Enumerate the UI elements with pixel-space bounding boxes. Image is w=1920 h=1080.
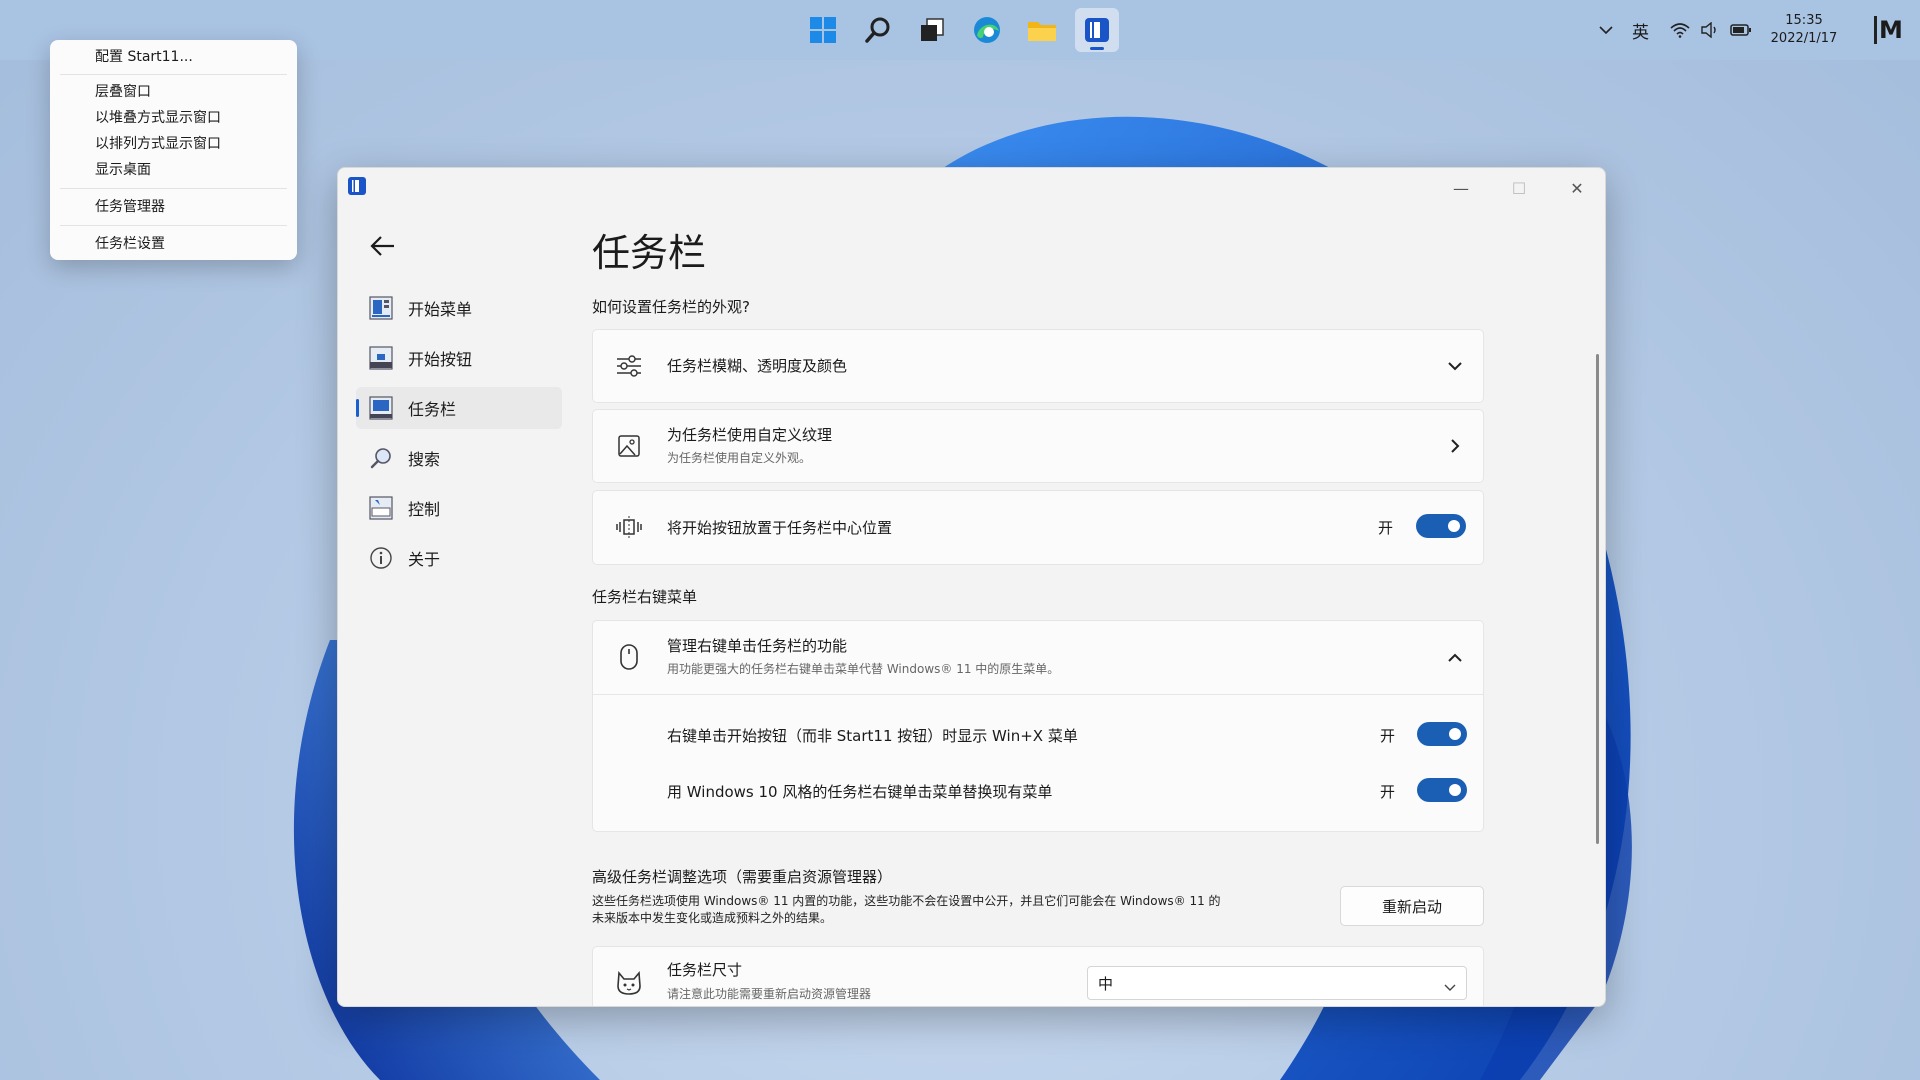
ime-indicator[interactable]: 英 <box>1632 0 1649 60</box>
clock-date: 2022/1/17 <box>1770 31 1838 46</box>
section-heading-advanced: 高级任务栏调整选项（需要重启资源管理器） <box>592 868 893 886</box>
center-start-toggle[interactable] <box>1416 514 1466 538</box>
sliders-icon <box>615 352 643 380</box>
nav-item-search[interactable]: 搜索 <box>356 437 562 479</box>
clock-time: 15:35 <box>1785 13 1823 28</box>
nav-item-label: 关于 <box>408 550 441 569</box>
nav-item-label: 任务栏 <box>408 400 457 419</box>
card-divider <box>593 694 1483 695</box>
menu-item-task-manager[interactable]: 任务管理器 <box>95 195 165 219</box>
restart-explorer-button[interactable]: 重新启动 <box>1340 886 1484 926</box>
windows-start-icon[interactable] <box>801 8 845 52</box>
advanced-description: 这些任务栏选项使用 Windows® 11 内置的功能，这些功能不会在设置中公开… <box>592 893 1221 927</box>
page-title: 任务栏 <box>592 231 707 275</box>
chevron-up-icon[interactable] <box>1447 649 1463 668</box>
custom-texture-card[interactable]: 为任务栏使用自定义纹理 为任务栏使用自定义外观。 <box>592 409 1484 483</box>
toggle-state-label: 开 <box>1380 727 1396 745</box>
winx-menu-toggle[interactable] <box>1417 722 1467 746</box>
edge-browser-icon[interactable] <box>965 8 1009 52</box>
wifi-icon[interactable] <box>1670 0 1690 60</box>
menu-item-cascade-windows[interactable]: 层叠窗口 <box>95 80 151 104</box>
nav-item-label: 搜索 <box>408 450 441 469</box>
control-icon <box>368 495 394 521</box>
card-title: 将开始按钮放置于任务栏中心位置 <box>667 519 893 537</box>
nav-item-label: 开始按钮 <box>408 350 473 369</box>
menu-item-side-by-side[interactable]: 以排列方式显示窗口 <box>95 132 221 156</box>
center-start-button-card: 将开始按钮放置于任务栏中心位置 开 <box>592 490 1484 565</box>
close-button[interactable]: ✕ <box>1557 176 1597 200</box>
settings-window: — ☐ ✕ 开始菜单 开始按钮 任务栏 搜索 控制 关于 任务栏 如何设置任务栏… <box>337 167 1606 1007</box>
option-label-win10-menu: 用 Windows 10 风格的任务栏右键单击菜单替换现有菜单 <box>667 783 1053 801</box>
advanced-description-line2: 未来版本中发生变化或造成预料之外的结果。 <box>592 911 833 925</box>
chevron-down-icon <box>1444 977 1456 996</box>
info-icon <box>368 545 394 571</box>
mouse-icon <box>615 643 643 671</box>
win10-menu-toggle[interactable] <box>1417 778 1467 802</box>
chevron-right-icon[interactable] <box>1449 438 1461 458</box>
menu-item-show-desktop[interactable]: 显示桌面 <box>95 158 151 182</box>
brand-logo: M <box>1874 0 1903 60</box>
search-icon[interactable] <box>856 8 900 52</box>
advanced-description-line1: 这些任务栏选项使用 Windows® 11 内置的功能，这些功能不会在设置中公开… <box>592 894 1221 908</box>
chevron-down-icon[interactable] <box>1447 357 1463 376</box>
app-icon <box>347 176 367 200</box>
toggle-state-label: 开 <box>1378 519 1394 537</box>
card-title: 任务栏模糊、透明度及颜色 <box>667 357 848 375</box>
taskbar-size-card: 任务栏尺寸 请注意此功能需要重新启动资源管理器 中 <box>592 946 1484 1006</box>
card-subtitle: 为任务栏使用自定义外观。 <box>667 451 812 465</box>
battery-icon[interactable] <box>1730 0 1752 60</box>
start-button-icon <box>368 345 394 371</box>
nav-item-about[interactable]: 关于 <box>356 537 562 579</box>
menu-item-taskbar-settings[interactable]: 任务栏设置 <box>95 232 165 256</box>
image-icon <box>615 432 643 460</box>
start-menu-icon <box>368 295 394 321</box>
nav-item-label: 控制 <box>408 500 441 519</box>
menu-separator <box>60 225 287 226</box>
blur-transparency-card[interactable]: 任务栏模糊、透明度及颜色 <box>592 329 1484 403</box>
menu-item-configure-start11[interactable]: 配置 Start11... <box>95 45 193 69</box>
taskbar-size-dropdown[interactable]: 中 <box>1087 966 1467 1000</box>
maximize-button[interactable]: ☐ <box>1499 176 1539 200</box>
tray-chevron-icon[interactable] <box>1598 0 1614 60</box>
cat-face-icon <box>615 969 643 997</box>
back-arrow-icon <box>370 236 394 256</box>
nav-item-label: 开始菜单 <box>408 300 473 319</box>
back-button[interactable] <box>366 230 398 262</box>
card-subtitle: 请注意此功能需要重新启动资源管理器 <box>667 987 872 1001</box>
volume-icon[interactable] <box>1700 0 1718 60</box>
toggle-state-label: 开 <box>1380 783 1396 801</box>
brand-logo-text: M <box>1874 16 1903 44</box>
card-title: 管理右键单击任务栏的功能 <box>667 637 848 655</box>
search-icon <box>368 445 394 471</box>
menu-separator <box>60 74 287 75</box>
card-subtitle: 用功能更强大的任务栏右键单击菜单代替 Windows® 11 中的原生菜单。 <box>667 662 1060 676</box>
nav-item-taskbar[interactable]: 任务栏 <box>356 387 562 429</box>
nav-item-start-button[interactable]: 开始按钮 <box>356 337 562 379</box>
taskbar-context-menu: 配置 Start11... 层叠窗口 以堆叠方式显示窗口 以排列方式显示窗口 显… <box>50 40 297 260</box>
file-explorer-icon[interactable] <box>1020 8 1064 52</box>
manage-right-click-card: 管理右键单击任务栏的功能 用功能更强大的任务栏右键单击菜单代替 Windows®… <box>592 620 1484 832</box>
option-label-winx: 右键单击开始按钮（而非 Start11 按钮）时显示 Win+X 菜单 <box>667 727 1078 745</box>
section-heading-appearance: 如何设置任务栏的外观? <box>592 298 750 316</box>
center-align-icon <box>615 513 643 541</box>
scrollbar[interactable] <box>1596 354 1599 844</box>
card-title: 任务栏尺寸 <box>667 961 743 979</box>
section-heading-context-menu: 任务栏右键菜单 <box>592 588 698 606</box>
menu-item-stack-windows[interactable]: 以堆叠方式显示窗口 <box>95 106 221 130</box>
nav-item-control[interactable]: 控制 <box>356 487 562 529</box>
task-view-icon[interactable] <box>910 8 954 52</box>
dropdown-value: 中 <box>1098 975 1114 993</box>
start11-app-icon[interactable] <box>1075 8 1119 52</box>
menu-separator <box>60 188 287 189</box>
nav-item-start-menu[interactable]: 开始菜单 <box>356 287 562 329</box>
minimize-button[interactable]: — <box>1441 176 1481 200</box>
card-title: 为任务栏使用自定义纹理 <box>667 426 833 444</box>
taskbar-icon <box>368 395 394 421</box>
clock[interactable]: 15:35 2022/1/17 <box>1764 0 1844 60</box>
